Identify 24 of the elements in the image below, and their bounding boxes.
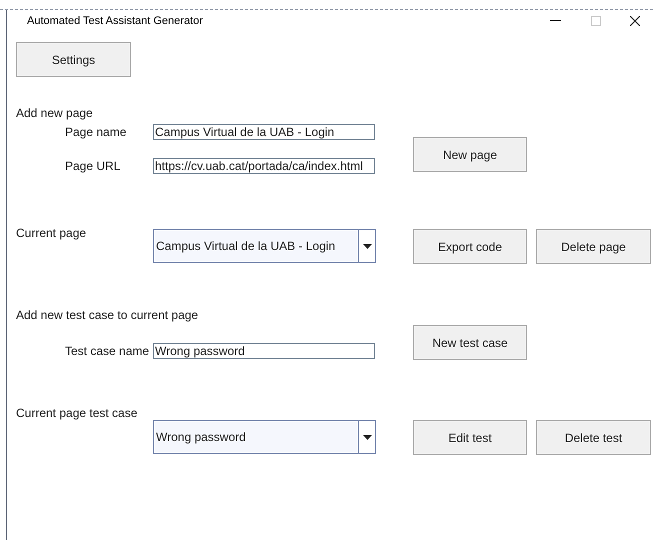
new-page-button[interactable]: New page [413,137,527,172]
window-title: Automated Test Assistant Generator [27,14,204,29]
edit-button[interactable]: Edit test [413,420,527,455]
delete-button[interactable]: Delete page [536,229,651,264]
field-label: Page name [64,124,128,141]
caret-icon [362,244,372,248]
page-url-field[interactable]: https://cv.uab.cat/portada/ca/index.html [153,158,375,174]
section-heading: Add new page [16,106,93,120]
dropdown[interactable]: Campus Virtual de la UAB - Login [153,229,376,263]
delete-button[interactable]: Delete test [536,420,651,455]
field-label: Test case name [64,343,150,360]
section-heading: Add new test case to current page [16,308,198,322]
settings-button[interactable]: Settings [16,42,131,77]
caret-icon [362,434,372,440]
test-case-name-field[interactable]: Wrong password [153,343,375,359]
export-button[interactable]: Export code [413,229,527,264]
new-test-case-button[interactable]: New test case [413,325,527,360]
close-icon[interactable] [630,16,640,26]
dropdown[interactable]: Wrong password [153,420,376,454]
field-label: Page URL [64,158,122,175]
minimize-icon[interactable] [550,20,561,22]
page-name-field[interactable]: Campus Virtual de la UAB - Login [153,124,375,140]
section-heading: Current page test case [16,406,138,420]
section-heading: Current page [16,226,86,240]
